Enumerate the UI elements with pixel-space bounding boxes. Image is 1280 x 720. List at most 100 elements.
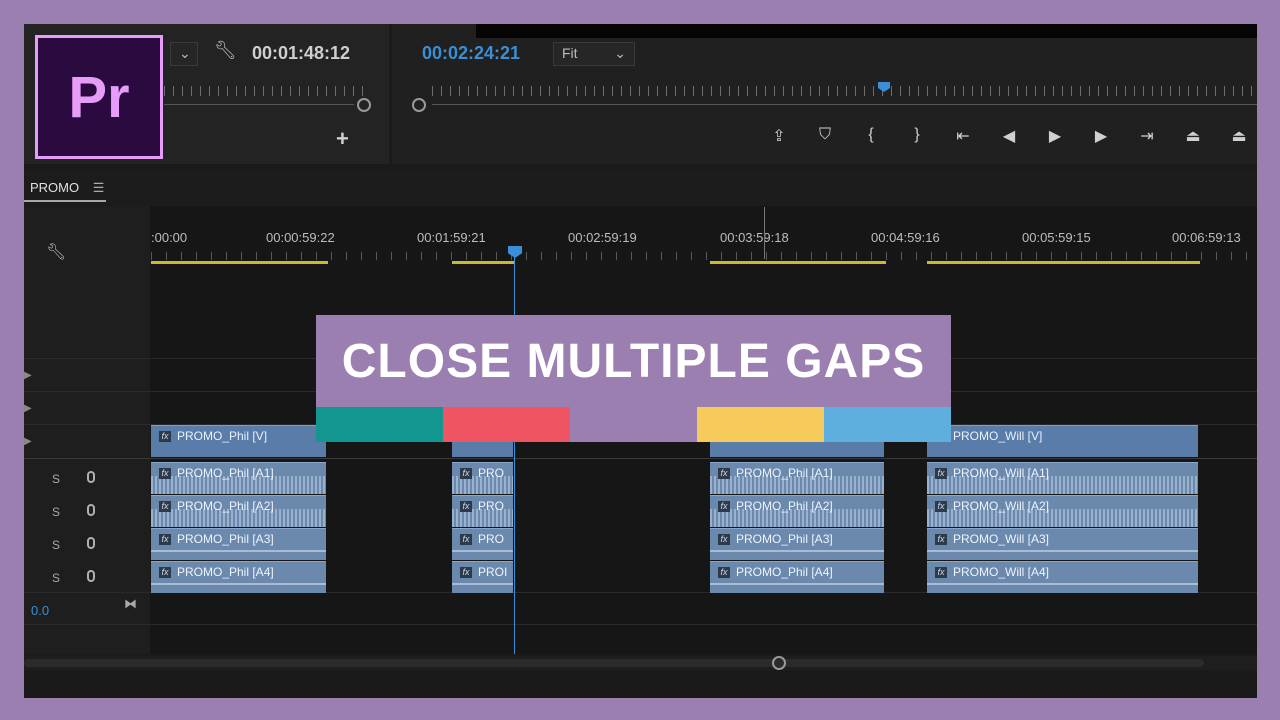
chevron-down-icon: ⌄ [179, 45, 191, 61]
wrench-icon[interactable]: 🔧︎ [214, 40, 237, 61]
clip-name: PROMO_Phil [A4] [177, 565, 274, 579]
panel-menu-icon[interactable]: ☰ [93, 180, 105, 195]
audio-clip[interactable]: fx PROMO_Phil [A2] [151, 495, 326, 527]
audio-clip[interactable]: fx PROMO_Phil [A1] [710, 462, 884, 494]
color-stripe [570, 407, 697, 442]
track-headers [24, 206, 150, 654]
audio-clip[interactable]: fx PROMO_Phil [A4] [710, 561, 884, 593]
track-divider [24, 624, 1257, 625]
sequence-tab-bar: PROMO ☰ [24, 170, 1257, 206]
audio-clip[interactable]: fx PROMO_Will [A3] [927, 528, 1198, 560]
source-zoom-handle[interactable] [357, 98, 371, 112]
timeline-wrench-icon[interactable]: 🔧︎ [46, 242, 66, 262]
clip-name: PROMO_Will [A2] [953, 499, 1050, 513]
solo-button[interactable]: S [52, 538, 60, 552]
mark-in-icon[interactable]: { [856, 126, 886, 146]
fx-badge: fx [718, 567, 730, 579]
audio-clip[interactable]: fx PRO [452, 495, 513, 527]
tab-underline [24, 200, 106, 202]
fx-badge: fx [718, 468, 730, 480]
audio-clip[interactable]: fx PROMO_Will [A2] [927, 495, 1198, 527]
video-clip[interactable]: fx PROMO_Phil [V] [151, 425, 326, 457]
scrollbar-zoom-handle[interactable] [772, 656, 786, 670]
microphone-icon[interactable] [87, 471, 95, 483]
clip-name: PROMO_Will [A1] [953, 466, 1050, 480]
volume-value[interactable]: 0.0 [31, 603, 49, 618]
scrollbar-thumb[interactable] [24, 659, 1204, 667]
lift-icon[interactable]: ⏏ [1178, 126, 1208, 146]
audio-clip[interactable]: fx PROI [452, 561, 513, 593]
clip-name: PROMO_Will [A4] [953, 565, 1050, 579]
audio-clip[interactable]: fx PRO [452, 528, 513, 560]
source-ruler [164, 86, 364, 96]
add-button[interactable]: + [336, 126, 349, 152]
play-icon[interactable]: ▶ [1040, 126, 1070, 146]
video-clip[interactable]: fxPROMO_Will [V] [927, 425, 1198, 457]
zoom-select-value: Fit [562, 45, 578, 61]
fx-badge: fx [460, 468, 472, 480]
step-forward-icon[interactable]: ▶ [1086, 126, 1116, 146]
clip-name: PROMO_Will [A3] [953, 532, 1050, 546]
render-bar [927, 261, 1200, 264]
ruler-label: 00:05:59:15 [1022, 230, 1091, 245]
source-timecode: 00:01:48:12 [252, 43, 351, 63]
program-video-area [476, 24, 1257, 38]
fx-badge: fx [935, 501, 947, 513]
ruler-marker [764, 207, 765, 259]
clip-name: PROI [478, 565, 508, 579]
ruler-label: 00:04:59:16 [871, 230, 940, 245]
solo-button[interactable]: S [52, 472, 60, 486]
ruler-label: 00:01:59:21 [417, 230, 486, 245]
clip-name: PROMO_Will [V] [953, 429, 1043, 443]
microphone-icon[interactable] [87, 504, 95, 516]
fx-badge: fx [159, 534, 171, 546]
render-bar [452, 261, 514, 264]
fx-badge: fx [935, 534, 947, 546]
mark-out-icon[interactable]: } [902, 126, 932, 146]
fx-badge: fx [159, 431, 171, 443]
zoom-select[interactable]: Fit ⌄ [553, 42, 635, 66]
track-expand-icon[interactable]: ▶ [24, 403, 32, 414]
color-stripe [316, 407, 443, 442]
audio-clip[interactable]: fx PROMO_Will [A1] [927, 462, 1198, 494]
solo-button[interactable]: S [52, 505, 60, 519]
title-banner: CLOSE MULTIPLE GAPS [316, 315, 951, 407]
go-to-in-icon[interactable]: ⇤ [948, 126, 978, 146]
clip-name: PRO [478, 466, 505, 480]
audio-clip[interactable]: fx PROMO_Will [A4] [927, 561, 1198, 593]
fx-badge: fx [159, 567, 171, 579]
clip-name: PRO [478, 532, 505, 546]
clip-name: PROMO_Phil [A2] [736, 499, 833, 513]
audio-clip[interactable]: fx PROMO_Phil [A2] [710, 495, 884, 527]
chevron-down-icon: ⌄ [614, 45, 626, 61]
program-ruler-line [432, 104, 1257, 105]
program-timecode[interactable]: 00:02:24:21 [422, 43, 520, 64]
audio-clip[interactable]: fx PROMO_Phil [A4] [151, 561, 326, 593]
fx-badge: fx [159, 468, 171, 480]
program-zoom-handle[interactable] [412, 98, 426, 112]
go-to-out-icon[interactable]: ⇥ [1132, 126, 1162, 146]
ruler-label: 00:02:59:19 [568, 230, 637, 245]
step-back-icon[interactable]: ◀ [994, 126, 1024, 146]
audio-clip[interactable]: fx PROMO_Phil [A1] [151, 462, 326, 494]
clip-name: PROMO_Phil [A2] [177, 499, 274, 513]
tab-promo[interactable]: PROMO ☰ [30, 180, 104, 196]
timeline-scrollbar[interactable] [24, 656, 1257, 670]
track-expand-icon[interactable]: ▶ [24, 436, 32, 447]
audio-clip[interactable]: fx PRO [452, 462, 513, 494]
microphone-icon[interactable] [87, 537, 95, 549]
source-clip-select[interactable]: ⌄ [170, 42, 198, 66]
audio-clip[interactable]: fx PROMO_Phil [A3] [151, 528, 326, 560]
clip-name: PROMO_Phil [A1] [736, 466, 833, 480]
audio-clip[interactable]: fx PROMO_Phil [A3] [710, 528, 884, 560]
microphone-icon[interactable] [87, 570, 95, 582]
source-ruler-line [164, 104, 354, 105]
fx-badge: fx [718, 501, 730, 513]
tab-promo-label: PROMO [30, 180, 80, 195]
track-expand-icon[interactable]: ▶ [24, 370, 32, 381]
extract-icon[interactable]: ⏏ [1224, 126, 1254, 146]
export-frame-icon[interactable]: ⇪ [764, 126, 794, 146]
add-marker-icon[interactable]: ⛉ [810, 126, 840, 146]
solo-button[interactable]: S [52, 571, 60, 585]
mix-end-icon[interactable]: ⧓ [124, 596, 137, 612]
